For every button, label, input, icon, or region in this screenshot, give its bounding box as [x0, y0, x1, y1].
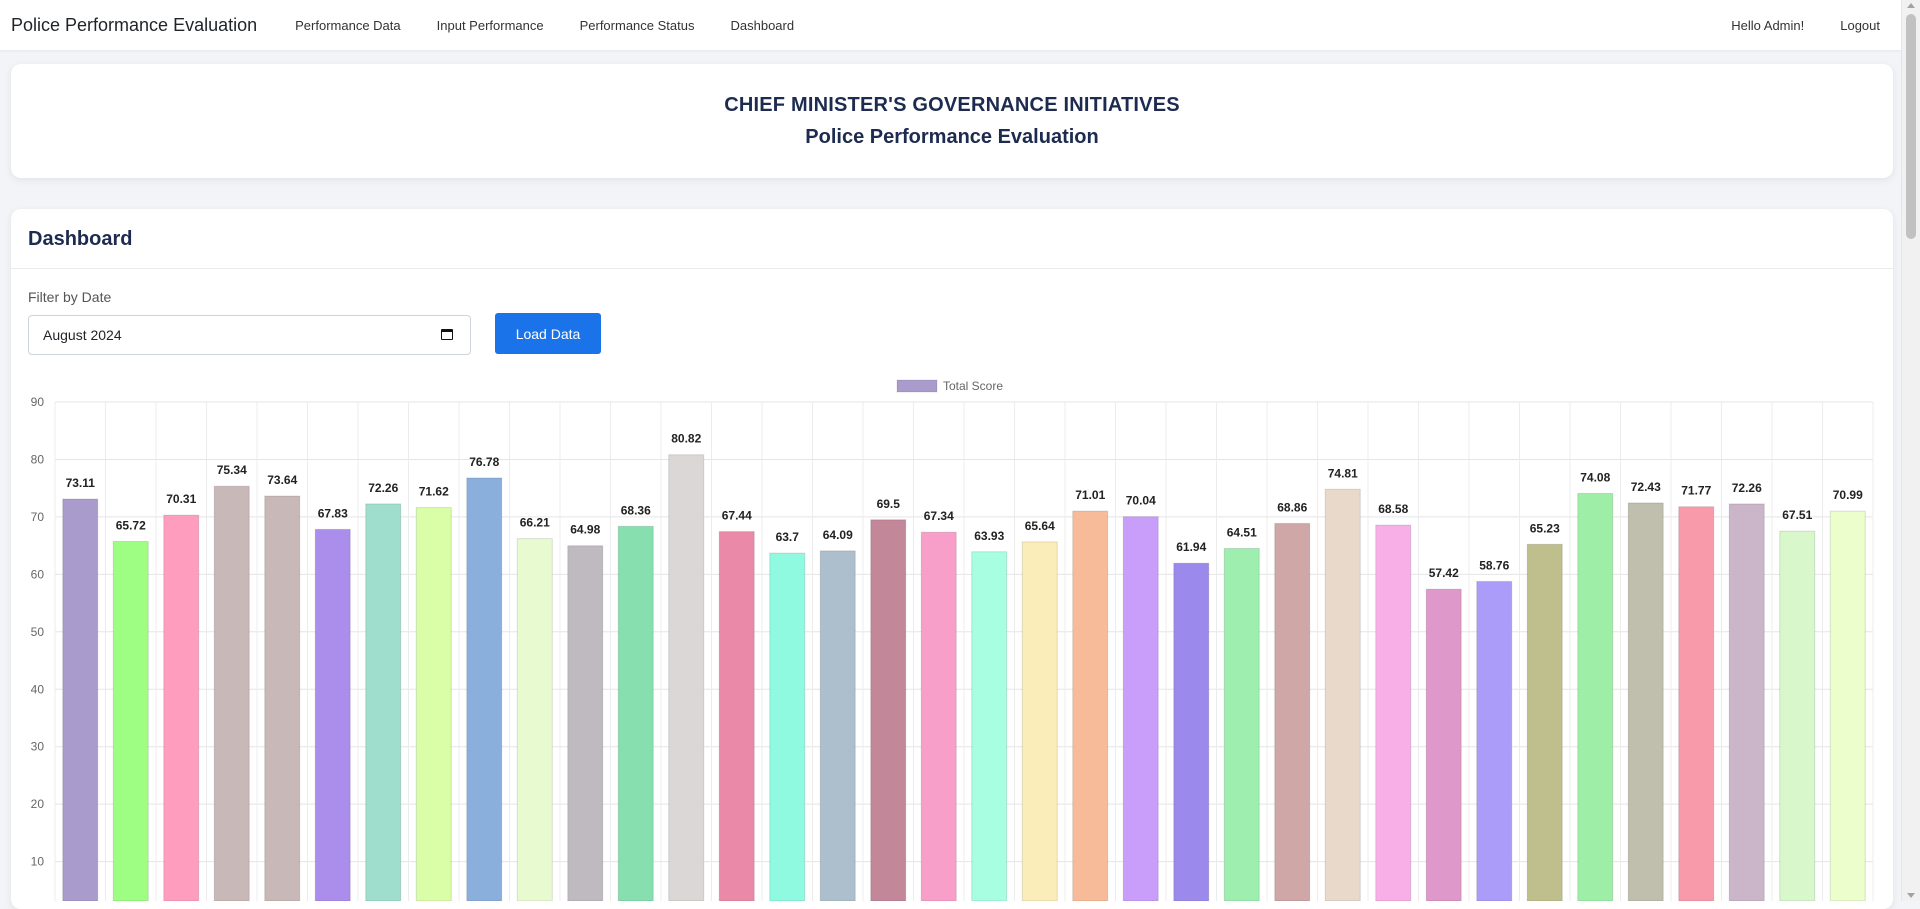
nav-link-input-performance[interactable]: Input Performance — [437, 18, 544, 33]
date-filter-value: August 2024 — [43, 327, 122, 343]
top-navbar: Police Performance Evaluation Performanc… — [0, 0, 1902, 50]
nav-link-performance-data[interactable]: Performance Data — [295, 18, 401, 33]
logout-link[interactable]: Logout — [1840, 18, 1880, 33]
navbar-brand[interactable]: Police Performance Evaluation — [11, 15, 257, 36]
nav-link-performance-status[interactable]: Performance Status — [580, 18, 695, 33]
calendar-icon[interactable] — [441, 329, 453, 340]
dashboard-title: Dashboard — [11, 209, 1893, 269]
date-filter-input[interactable]: August 2024 — [28, 315, 471, 355]
load-data-button[interactable]: Load Data — [495, 313, 601, 354]
user-greeting[interactable]: Hello Admin! — [1731, 18, 1804, 33]
header-subtitle: Police Performance Evaluation — [805, 126, 1099, 148]
header-card: CHIEF MINISTER'S GOVERNANCE INITIATIVES … — [11, 64, 1893, 178]
page-scrollbar[interactable] — [1901, 0, 1920, 901]
filter-date-label: Filter by Date — [28, 289, 112, 305]
scroll-up-arrow-icon[interactable] — [1907, 3, 1915, 8]
dashboard-card: Dashboard Filter by Date August 2024 Loa… — [11, 209, 1893, 909]
scroll-down-arrow-icon[interactable] — [1907, 893, 1915, 898]
header-title: CHIEF MINISTER'S GOVERNANCE INITIATIVES — [724, 94, 1180, 116]
nav-link-dashboard[interactable]: Dashboard — [730, 18, 794, 33]
scrollbar-thumb[interactable] — [1906, 14, 1916, 239]
navbar-user-area: Hello Admin! Logout — [1713, 18, 1887, 33]
